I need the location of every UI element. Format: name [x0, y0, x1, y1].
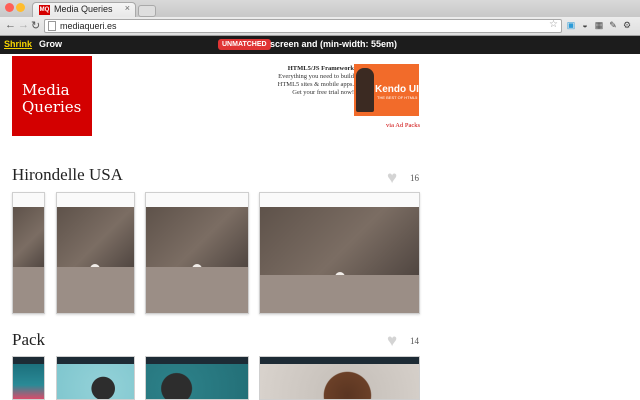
ad-via-link[interactable]: via Ad Packs — [380, 122, 420, 129]
extension-icon[interactable]: ▣ — [566, 20, 576, 31]
ad-brand-sub: THE BEST OF HTML5 — [377, 95, 418, 100]
bookmark-star-icon[interactable]: ☆ — [549, 19, 558, 30]
settings-icon[interactable]: ⚙ — [622, 20, 632, 31]
url-text[interactable]: mediaqueri.es — [60, 20, 117, 32]
page-icon — [48, 21, 56, 31]
back-icon[interactable]: ← — [5, 19, 16, 31]
screenshot-thumbnail[interactable] — [259, 192, 420, 314]
browser-tab-bar: MQ Media Queries × — [0, 0, 640, 17]
shrink-link[interactable]: Shrink — [4, 39, 32, 49]
screenshot-thumbnail[interactable] — [56, 356, 135, 400]
screenshot-thumbnail[interactable] — [12, 356, 45, 400]
address-bar[interactable]: mediaqueri.es ☆ — [44, 19, 562, 33]
browser-tab[interactable]: MQ Media Queries × — [32, 2, 136, 17]
site-logo[interactable]: Media Queries — [12, 56, 92, 136]
ad-image[interactable]: Kendo UI THE BEST OF HTML5 — [354, 64, 419, 116]
media-query-text: screen and (min-width: 55em) — [270, 39, 398, 49]
grow-link[interactable]: Grow — [39, 39, 62, 49]
screenshot-thumbnail[interactable] — [12, 192, 45, 314]
screenshot-thumbnail[interactable] — [145, 356, 249, 400]
screenshot-thumbnail[interactable] — [56, 192, 135, 314]
site-title[interactable]: Hirondelle USA — [12, 165, 123, 185]
screenshot-thumbnail[interactable] — [145, 192, 249, 314]
ad-ninja-icon — [356, 68, 374, 112]
resize-toolbar: Shrink Grow UNMATCHED screen and (min-wi… — [0, 36, 640, 54]
screenshot-icon[interactable]: ▦ — [594, 20, 604, 31]
favicon-icon: MQ — [39, 5, 50, 15]
site-title[interactable]: Pack — [12, 330, 45, 350]
logo-line-1: Media — [22, 81, 70, 99]
ad-title: HTML5/JS Framework — [287, 65, 354, 72]
minimize-window-icon[interactable] — [16, 3, 25, 12]
browser-toolbar: ← → ↻ mediaqueri.es ☆ ▣ ◒ ▦ ✎ ⚙ — [0, 17, 640, 36]
ad-description: Everything you need to build HTML5 sites… — [277, 73, 354, 96]
like-count: 14 — [410, 336, 419, 346]
screenshot-thumbnail[interactable] — [259, 356, 420, 400]
reload-icon[interactable]: ↻ — [31, 19, 40, 32]
heart-icon[interactable]: ♥ — [387, 169, 397, 186]
tab-title: Media Queries — [54, 4, 113, 14]
pocket-icon[interactable]: ◒ — [580, 20, 590, 31]
close-window-icon[interactable] — [5, 3, 14, 12]
heart-icon[interactable]: ♥ — [387, 332, 397, 349]
new-tab-button[interactable] — [138, 5, 156, 17]
logo-line-2: Queries — [22, 98, 82, 116]
ad-brand: Kendo UI — [375, 84, 419, 95]
wrench-icon[interactable]: ✎ — [608, 20, 618, 31]
forward-icon[interactable]: → — [18, 19, 29, 31]
tab-close-icon[interactable]: × — [125, 3, 130, 13]
ad-text-block[interactable]: HTML5/JS Framework Everything you need t… — [274, 65, 354, 97]
like-count: 16 — [410, 173, 419, 183]
status-badge: UNMATCHED — [218, 39, 271, 50]
